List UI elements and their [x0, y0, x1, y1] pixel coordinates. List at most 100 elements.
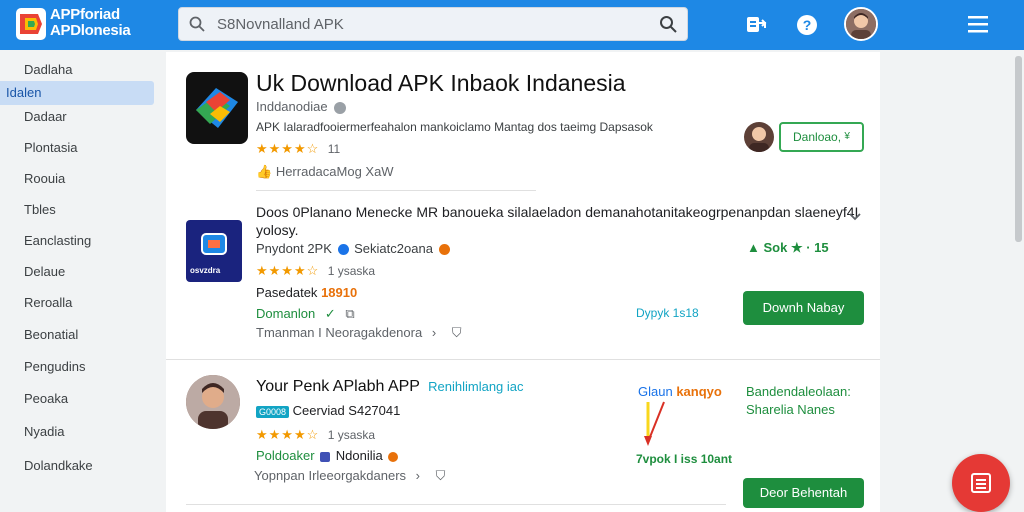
- app-developer[interactable]: Inddanodiae: [256, 99, 347, 114]
- install-label: Danloao,: [793, 130, 842, 144]
- list-icon: [971, 473, 991, 493]
- chevron-down-icon[interactable]: [849, 213, 861, 221]
- rating-stars: ★★★★☆: [256, 427, 320, 442]
- card-rating-text: 1 ysaska: [327, 428, 376, 442]
- card-badge: G0008: [256, 406, 290, 418]
- search-query-text: S8Novnalland APK: [217, 16, 344, 33]
- account-avatar[interactable]: [844, 7, 878, 41]
- sidebar-item[interactable]: Dadaar: [24, 109, 67, 124]
- menu-icon[interactable]: [968, 15, 988, 33]
- card-link[interactable]: Renihlimlang iac: [428, 379, 523, 394]
- card-title[interactable]: Doos 0Planano Menecke MR banoueka silala…: [256, 204, 858, 220]
- sidebar-item[interactable]: Eanclasting: [24, 233, 91, 248]
- more-text: Yopnpan Irleeorgakdaners: [254, 468, 407, 483]
- developer-name: Inddanodiae: [256, 99, 328, 114]
- divider: [166, 359, 880, 360]
- download-button[interactable]: Downh Nabay: [743, 291, 864, 325]
- platform-text: Domanlon: [256, 306, 316, 321]
- search-input[interactable]: S8Novnalland APK: [178, 7, 688, 41]
- arrow-up-icon: ▲: [747, 240, 760, 255]
- person-icon: [749, 127, 769, 152]
- sidebar-item[interactable]: Delaue: [24, 264, 65, 279]
- card-icon-text: osvzdra: [190, 266, 221, 275]
- card-rating: ★★★★☆ 1 ysaska: [256, 426, 375, 444]
- sidebar-item[interactable]: Roouia: [24, 171, 65, 186]
- divider: [256, 190, 536, 191]
- sidebar-item[interactable]: Dadlaha: [24, 62, 72, 77]
- shield-icon: ⛉: [451, 325, 462, 340]
- card-gain: Glaun kanqyo: [638, 384, 722, 399]
- search-submit-icon[interactable]: [659, 15, 677, 33]
- help-icon[interactable]: ?: [796, 14, 818, 36]
- card-subtitle-text: Ceerviad S427041: [292, 403, 401, 418]
- card-publisher: Poldoaker Ndonilia: [256, 448, 399, 463]
- badge-icon: [388, 451, 399, 462]
- shield-icon: ⛉: [435, 468, 446, 483]
- sidebar-item[interactable]: Dolandkake: [24, 458, 93, 473]
- card-author-avatar[interactable]: [186, 375, 240, 429]
- card-subtitle: G0008 Ceerviad S427041: [256, 403, 400, 418]
- floating-action-button[interactable]: [952, 454, 1010, 512]
- install-line-2: Sharelia Nanes: [746, 402, 835, 417]
- card-size: Dypyk 1s18: [636, 306, 699, 320]
- developer-avatar[interactable]: [744, 122, 774, 152]
- check-icon: ✓: [324, 306, 336, 321]
- thumbs-up-icon: 👍: [256, 164, 273, 179]
- badge-icon: [438, 244, 450, 256]
- chevron-right-icon: ›: [415, 468, 420, 483]
- install-line-1: Bandendaleolaan:: [746, 384, 851, 399]
- brand-line-2: APDlonesia: [50, 22, 131, 39]
- card-title-cont: yolosy.: [256, 222, 299, 238]
- info-icon: [334, 101, 347, 114]
- sidebar-item-active[interactable]: Idalen: [0, 81, 154, 105]
- app-title: Uk Download APK Inbaok Indanesia: [256, 70, 626, 96]
- more-text: Tmanman I Neoragakdenora: [256, 325, 423, 340]
- top-app-bar: APPforiad APDlonesia S8Novnalland APK ?: [0, 0, 1024, 50]
- sidebar-item[interactable]: Plontasia: [24, 140, 77, 155]
- sidebar-item[interactable]: Nyadia: [24, 424, 64, 439]
- app-meta: 👍 HerradacaMog XaW: [256, 164, 394, 180]
- download-button[interactable]: Deor Behentah: [743, 478, 864, 508]
- chevron-right-icon: ›: [431, 325, 437, 340]
- gain-value: kanqyo: [676, 384, 722, 399]
- sidebar-item[interactable]: Peoaka: [24, 391, 68, 406]
- app-rating: ★★★★☆ 11: [256, 140, 340, 158]
- sidebar-item[interactable]: Beonatial: [24, 327, 78, 342]
- score-text: Sok ★ · 15: [763, 240, 829, 255]
- card-platform: Domanlon ✓ ⧉: [256, 306, 355, 322]
- publisher-text: Poldoaker: [256, 448, 315, 463]
- app-description: APK Ialaradfooiermerfeahalon mankoiclamo…: [256, 120, 653, 134]
- card-title-text: Your Penk APlabh APP: [256, 378, 420, 395]
- brand-line-1: APPforiad: [50, 6, 120, 23]
- main-content: Uk Download APK Inbaok Indanesia Inddano…: [166, 52, 880, 512]
- sidebar-item[interactable]: Pengudins: [24, 359, 85, 374]
- app-logo-icon[interactable]: [16, 8, 46, 40]
- card-rating: ★★★★☆ 1 ysaska: [256, 262, 375, 280]
- card-price: Pasedatek 18910: [256, 285, 357, 300]
- copy-icon: ⧉: [345, 306, 355, 321]
- publisher-icon: [320, 451, 331, 462]
- user-photo-icon: [846, 9, 876, 39]
- sidebar-item[interactable]: Reroalla: [24, 295, 72, 310]
- sidebar-nav: Dadlaha Idalen Dadaar Plontasia Roouia T…: [0, 50, 164, 512]
- install-button[interactable]: Danloao, ¥: [779, 122, 864, 152]
- card-subtitle: Pnydont 2PK Sekiatc2oana: [256, 241, 450, 256]
- scrollbar-thumb[interactable]: [1015, 56, 1022, 242]
- rating-count: 11: [327, 142, 341, 156]
- card-score: ▲ Sok ★ · 15: [747, 240, 829, 256]
- search-icon: [189, 16, 205, 32]
- publisher-text-2: Ndonilia: [335, 448, 383, 463]
- card-title[interactable]: Your Penk APlabh APP Renihlimlang iac: [256, 378, 524, 396]
- app-icon: [186, 72, 248, 144]
- gain-label: Glaun: [638, 384, 673, 399]
- card-more-link[interactable]: Yopnpan Irleeorgakdaners › ⛉: [254, 468, 445, 484]
- rating-stars: ★★★★☆: [256, 141, 320, 156]
- trend-arrow-icon: [644, 401, 665, 446]
- card-more-link[interactable]: Tmanman I Neoragakdenora › ⛉: [256, 325, 462, 341]
- download-manager-icon[interactable]: [745, 14, 767, 36]
- person-photo-icon: [186, 375, 240, 429]
- sidebar-item[interactable]: Tbles: [24, 202, 56, 217]
- brand-name[interactable]: APPforiad APDlonesia: [50, 6, 131, 39]
- price-value: 18910: [321, 285, 358, 300]
- card-rating-text: 1 ysaska: [327, 264, 376, 278]
